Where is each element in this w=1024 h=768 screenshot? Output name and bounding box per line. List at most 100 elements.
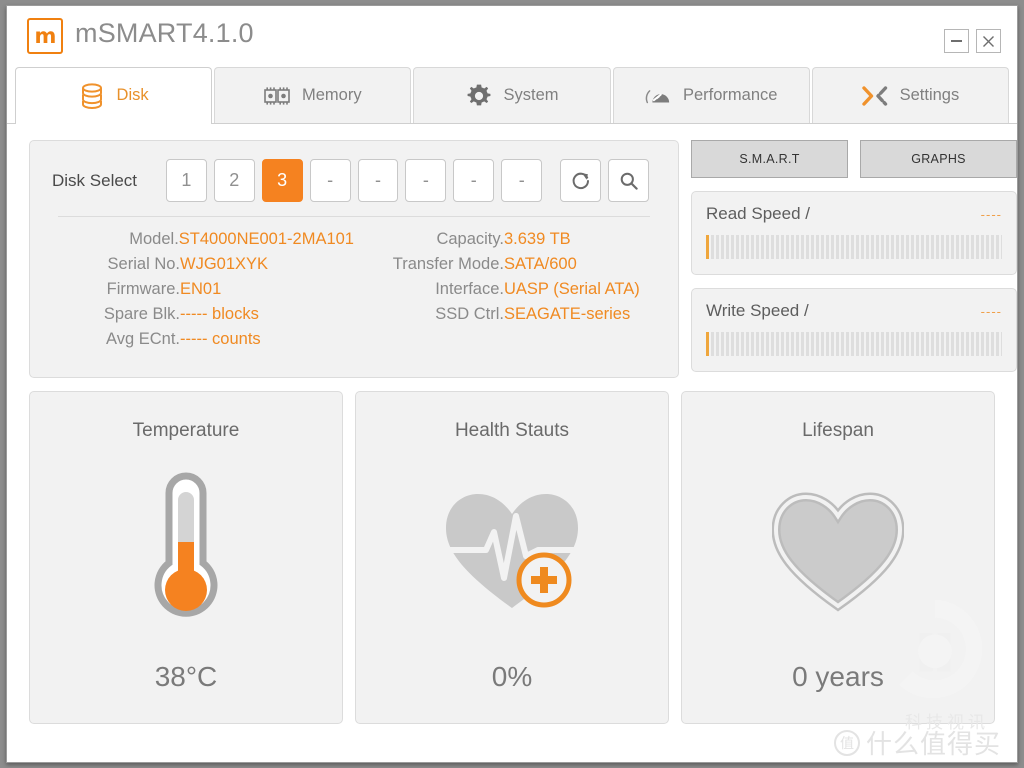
meter-segment [776,332,779,356]
health-status-card: Health Stauts 0% [355,391,669,724]
meter-segment [941,235,944,259]
health-status-title: Health Stauts [454,420,570,441]
tab-system[interactable]: System [413,67,611,123]
disk-select-row: Disk Select 1 2 3 - - - - - [52,159,656,202]
disk-slot-8[interactable]: - [501,159,543,202]
info-key: Capacity. [436,230,504,248]
disk-slot-2[interactable]: 2 [213,159,255,202]
meter-segment [721,235,724,259]
meter-segment [1001,332,1002,356]
disk-slot-3[interactable]: 3 [261,159,303,202]
meter-segment [806,332,809,356]
meter-segment [896,235,899,259]
info-key: SSD Ctrl. [435,305,504,323]
meter-segment [851,235,854,259]
meter-segment [871,235,874,259]
app-logo-glyph: m [34,23,57,48]
meter-segment [961,332,964,356]
meter-segment [776,235,779,259]
meter-segment [866,332,869,356]
meter-segment [796,235,799,259]
meter-segment [736,332,739,356]
lifespan-value: 0 years [792,661,884,692]
close-button[interactable] [976,29,1001,53]
tab-memory[interactable]: Memory [214,67,412,123]
disk-slot-6[interactable]: - [405,159,447,202]
smart-button[interactable]: S.M.A.R.T [691,140,848,178]
read-speed-header: Read Speed / ---- [706,204,1002,224]
tab-settings[interactable]: Settings [811,67,1010,123]
write-speed-meter [706,332,1002,356]
temperature-title: Temperature [132,420,240,441]
meter-segment [986,332,989,356]
stats-row: Temperature 38°C Health Stauts 0% Lifesp… [29,391,995,724]
meter-segment [946,235,949,259]
info-row-spare-blk: Spare Blk. ----- blocks [52,302,354,327]
meter-segment [881,332,884,356]
meter-segment [731,332,734,356]
info-key: Avg ECnt. [106,330,180,348]
meter-segment [981,235,984,259]
meter-segment [931,235,934,259]
heart-outline-icon [772,442,904,661]
main-content: Disk Select 1 2 3 - - - - - Model. ST400… [7,124,1017,762]
meter-segment [991,332,994,356]
disk-slot-7[interactable]: - [453,159,495,202]
tab-bar: Disk Memory System Performance Settings [7,62,1017,124]
meter-segment [726,332,729,356]
disk-slot-4[interactable]: - [309,159,351,202]
meter-segment [961,235,964,259]
meter-segment [811,235,814,259]
meter-segment [821,235,824,259]
meter-segment [791,235,794,259]
watermark-smzdm-badge: 值 [833,729,860,756]
graphs-button[interactable]: GRAPHS [860,140,1017,178]
meter-segment [966,235,969,259]
info-row-transfer-mode: Transfer Mode. SATA/600 [354,252,656,277]
meter-segment [751,332,754,356]
refresh-button[interactable] [560,159,602,202]
meter-segment [911,332,914,356]
temperature-card: Temperature 38°C [29,391,343,724]
search-button[interactable] [608,159,649,202]
app-logo-icon: m [27,18,63,54]
disk-slot-5[interactable]: - [357,159,399,202]
info-value: EN01 [180,280,222,298]
info-key: Firmware. [106,280,180,298]
meter-segment [846,235,849,259]
meter-segment [811,332,814,356]
disk-info-right-column: Capacity. 3.639 TB Transfer Mode. SATA/6… [354,227,656,352]
tab-disk[interactable]: Disk [15,67,213,124]
meter-segment [916,235,919,259]
minimize-icon [951,40,962,42]
meter-segment [816,332,819,356]
tab-performance[interactable]: Performance [612,67,810,123]
minimize-button[interactable] [944,29,969,53]
actions-and-speeds: S.M.A.R.T GRAPHS Read Speed / ---- Write… [691,140,1017,378]
meter-segment [861,332,864,356]
info-key: Serial No. [107,255,180,273]
meter-segment [931,332,934,356]
info-row-model: Model. ST4000NE001-2MA101 [52,227,354,252]
meter-segment [746,332,749,356]
write-speed-value: ---- [980,304,1002,319]
meter-segment [906,332,909,356]
meter-segment [876,235,879,259]
meter-segment [936,235,939,259]
tab-memory-label: Memory [302,86,362,104]
meter-segment [976,332,979,356]
meter-segment [941,332,944,356]
meter-segment [781,332,784,356]
meter-segment [801,235,804,259]
info-row-capacity: Capacity. 3.639 TB [354,227,656,252]
meter-segment [881,235,884,259]
meter-segment [951,332,954,356]
meter-segment [946,332,949,356]
meter-segment [951,235,954,259]
meter-segment [921,332,924,356]
meter-segment [801,332,804,356]
meter-segment [886,332,889,356]
read-speed-panel: Read Speed / ---- [691,191,1017,275]
disk-slot-1[interactable]: 1 [165,159,207,202]
meter-segment [886,235,889,259]
